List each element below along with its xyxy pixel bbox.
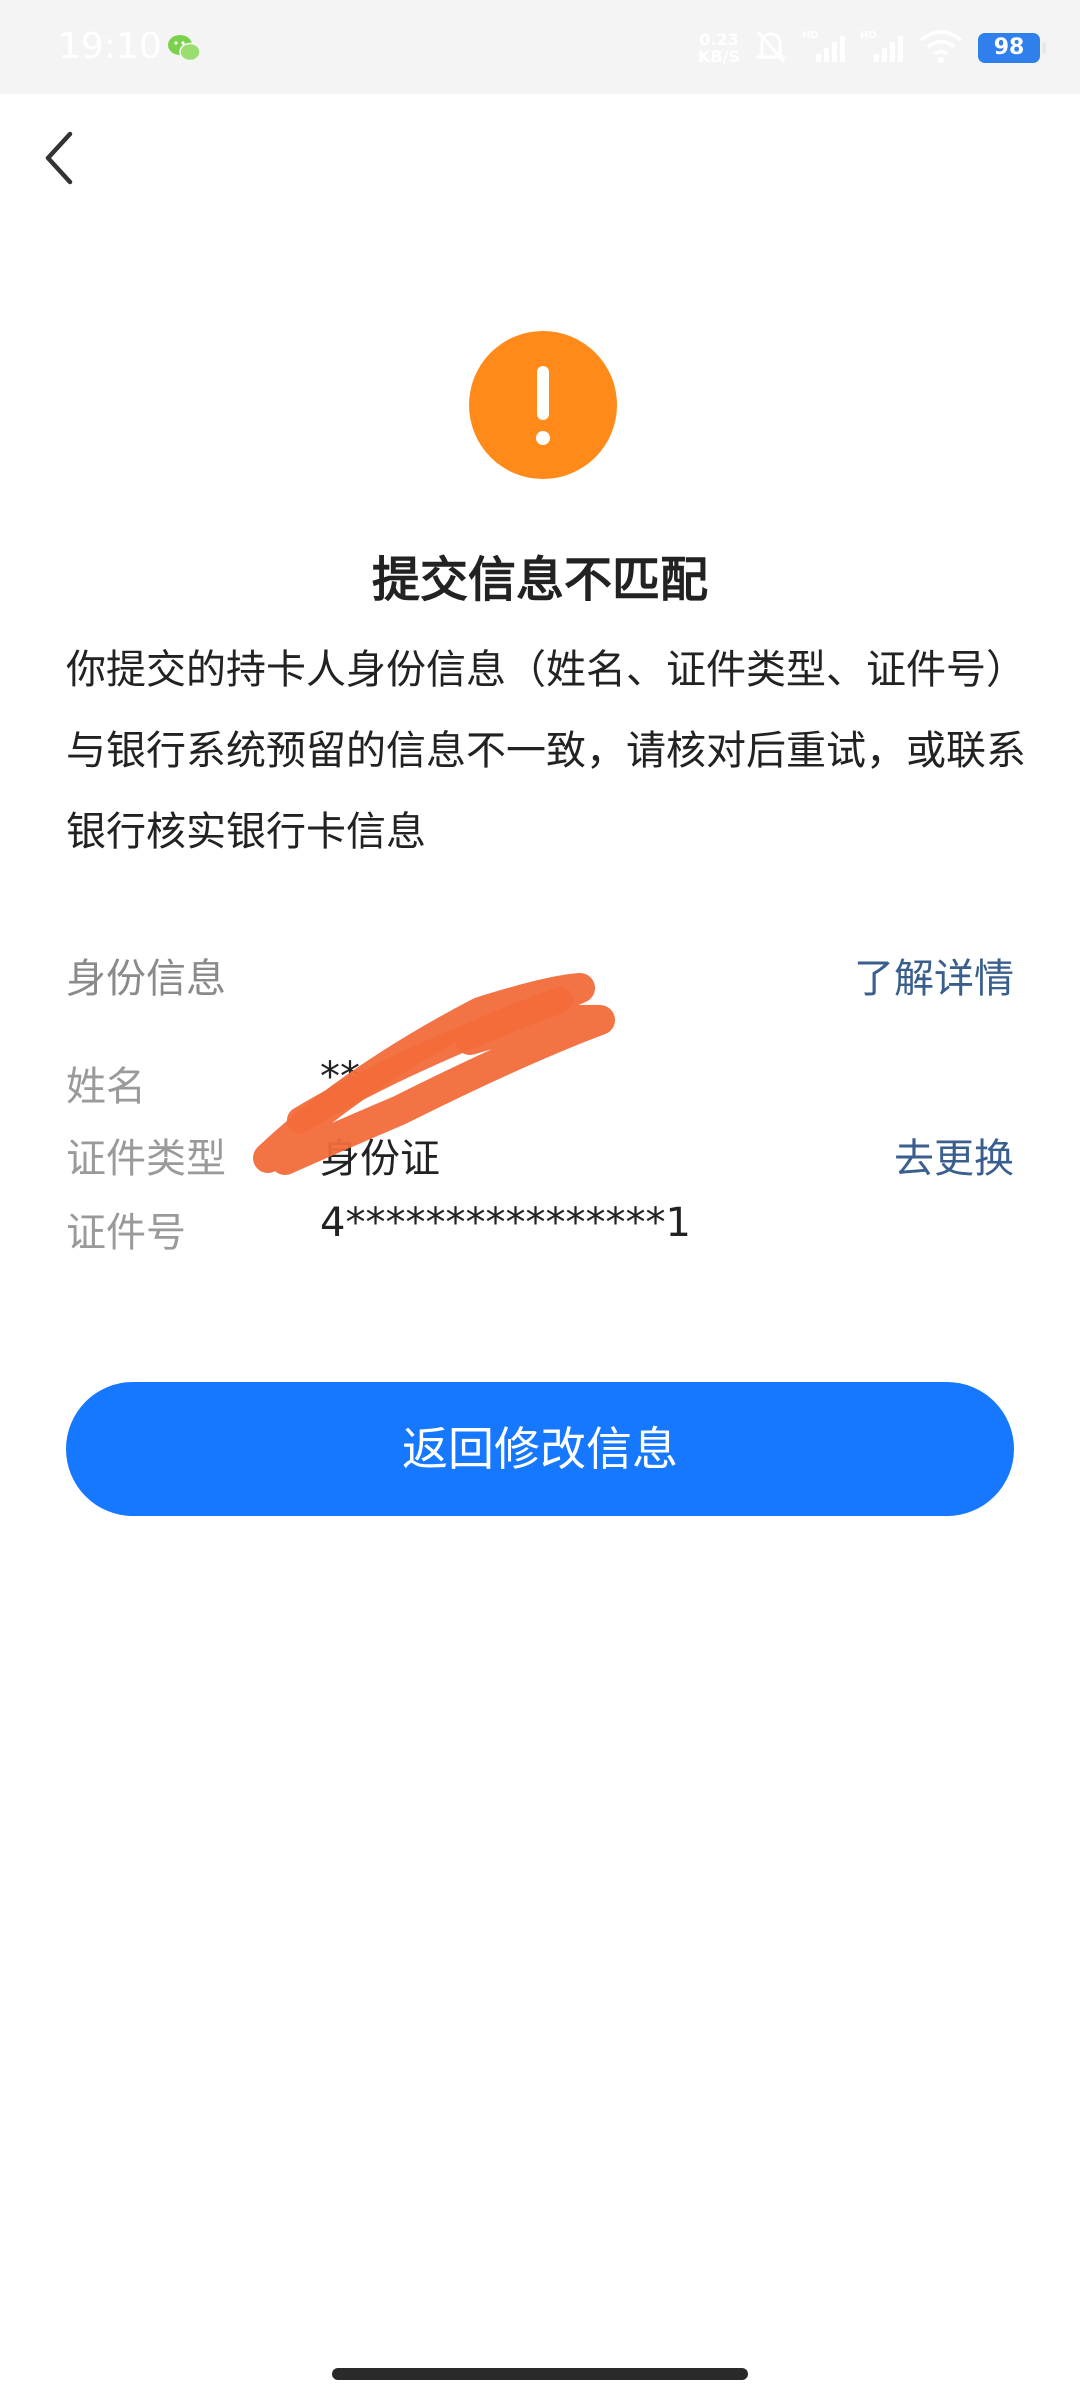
info-value: 身份证 [320, 1136, 440, 1182]
wifi-icon [918, 28, 964, 68]
status-icons: 0.23 KB/S HD HD 98 [698, 26, 1046, 70]
hd-signal-icon: HD [802, 28, 846, 68]
hd-signal-icon: HD [860, 28, 904, 68]
section-label: 身份信息 [66, 956, 226, 1002]
mute-bell-icon [754, 28, 788, 68]
net-speed: 0.23 KB/S [698, 31, 740, 65]
info-key: 姓名 [66, 1064, 146, 1110]
alert-description: 你提交的持卡人身份信息（姓名、证件类型、证件号）与银行系统预留的信息不一致，请核… [66, 647, 1026, 855]
status-bar: 19:10 0.23 KB/S HD HD 98 [0, 0, 1080, 94]
info-row-name: 姓名 ** [66, 1054, 1014, 1110]
back-button[interactable] [34, 126, 90, 190]
info-key: 证件类型 [66, 1136, 226, 1182]
info-key: 证件号 [66, 1210, 186, 1256]
identity-section-header: 身份信息 了解详情 [66, 946, 1014, 1006]
info-row-id-number: 证件号 4****************1 [66, 1200, 1014, 1256]
net-speed-value: 0.23 [699, 30, 739, 49]
status-time: 19:10 [58, 26, 162, 67]
wechat-icon [166, 32, 202, 64]
svg-text:HD: HD [860, 30, 877, 41]
exclamation-circle-icon [468, 330, 618, 480]
info-value: 4****************1 [320, 1200, 691, 1246]
change-id-type-link[interactable]: 去更换 [894, 1126, 1014, 1184]
page-title: 提交信息不匹配 [371, 552, 708, 608]
chevron-left-icon [34, 131, 90, 194]
net-speed-unit: KB/S [698, 47, 740, 66]
svg-text:HD: HD [802, 30, 819, 41]
return-modify-button[interactable]: 返回修改信息 [66, 1382, 1014, 1516]
learn-more-link[interactable]: 了解详情 [854, 946, 1014, 1004]
info-value: ** [320, 1054, 360, 1100]
info-row-id-type: 证件类型 身份证 去更换 [66, 1126, 1014, 1182]
home-indicator [332, 2368, 748, 2380]
battery-icon: 98 [978, 33, 1046, 63]
